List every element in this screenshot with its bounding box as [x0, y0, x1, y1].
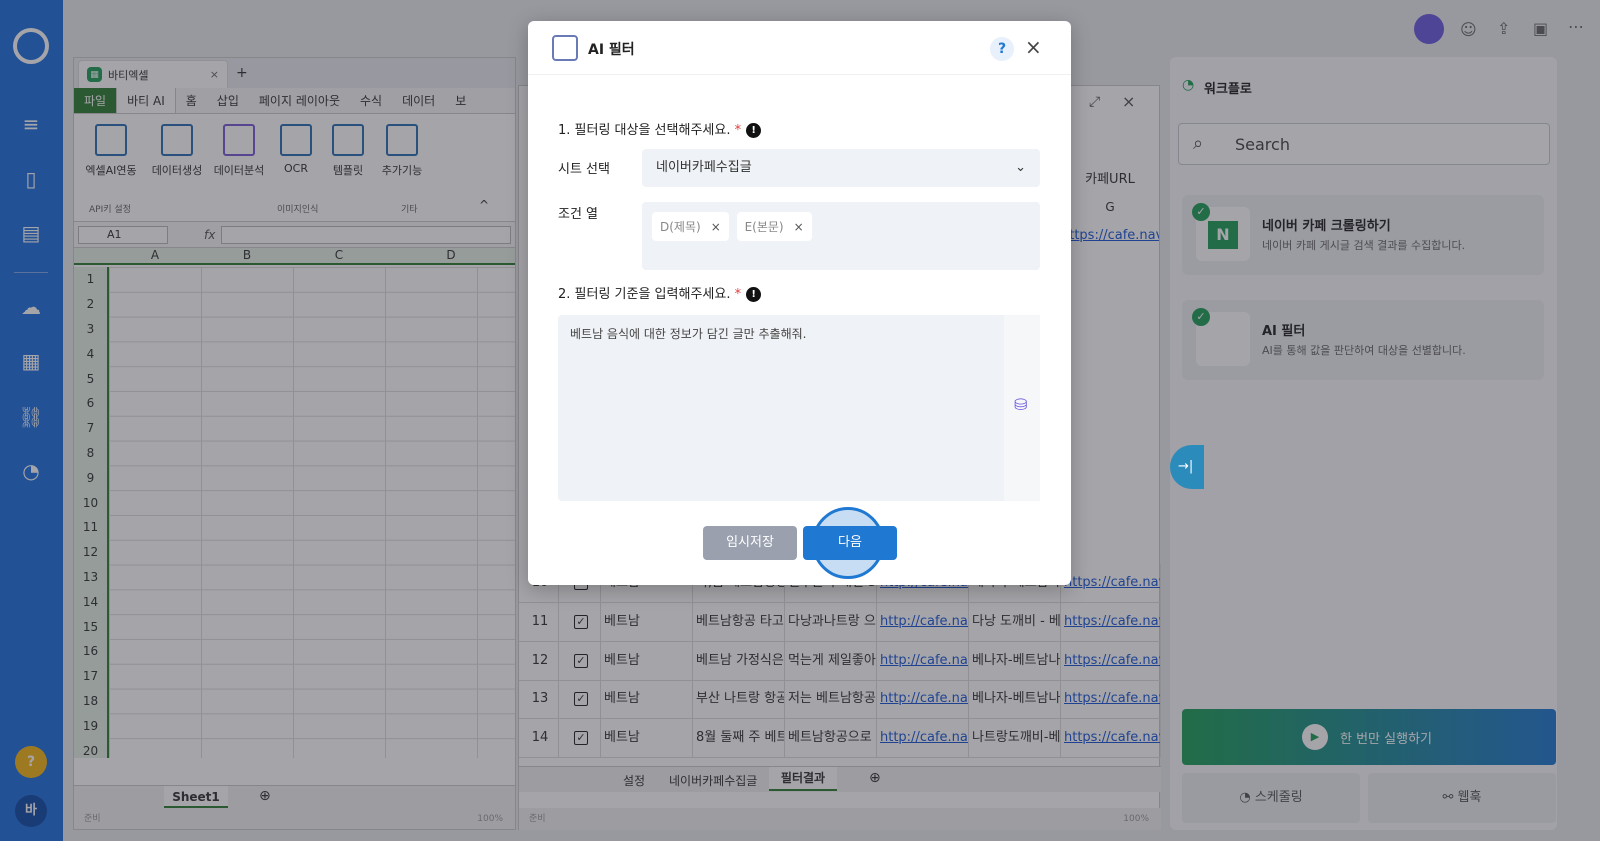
condition-column-label: 조건 열 — [558, 207, 599, 222]
step2-label: 2. 필터링 기준을 입력해주세요. *! — [558, 283, 762, 302]
close-icon[interactable]: × — [1025, 35, 1042, 59]
condition-column-chips[interactable]: D(제목) × E(본문) × — [642, 202, 1040, 270]
chip-body[interactable]: E(본문) × — [736, 212, 812, 241]
chip-remove-icon[interactable]: × — [711, 220, 721, 234]
criteria-text: 베트남 음식에 대한 정보가 담긴 글만 추출해줘. — [570, 327, 807, 341]
ai-filter-icon — [552, 35, 578, 61]
sheet-select-label: 시트 선택 — [558, 162, 610, 177]
sheet-select[interactable]: 네이버카페수집글 ⌄ — [642, 149, 1040, 187]
step1-label: 1. 필터링 대상을 선택해주세요. *! — [558, 119, 762, 138]
next-button[interactable]: 다음 — [803, 526, 897, 560]
help-button[interactable]: ? — [990, 37, 1014, 61]
chip-remove-icon[interactable]: × — [794, 220, 804, 234]
modal-title: AI 필터 — [588, 42, 635, 58]
warning-icon: ! — [746, 287, 762, 302]
ai-filter-modal: AI 필터 ? × 1. 필터링 대상을 선택해주세요. *! 시트 선택 네이… — [528, 21, 1071, 585]
temp-save-button[interactable]: 임시저장 — [703, 526, 797, 560]
criteria-textarea[interactable]: 베트남 음식에 대한 정보가 담긴 글만 추출해줘. ⛁ — [558, 315, 1040, 501]
chip-title[interactable]: D(제목) × — [652, 212, 729, 241]
database-icon[interactable]: ⛁ — [1014, 395, 1027, 414]
warning-icon: ! — [746, 123, 762, 138]
chevron-down-icon: ⌄ — [1015, 160, 1026, 175]
